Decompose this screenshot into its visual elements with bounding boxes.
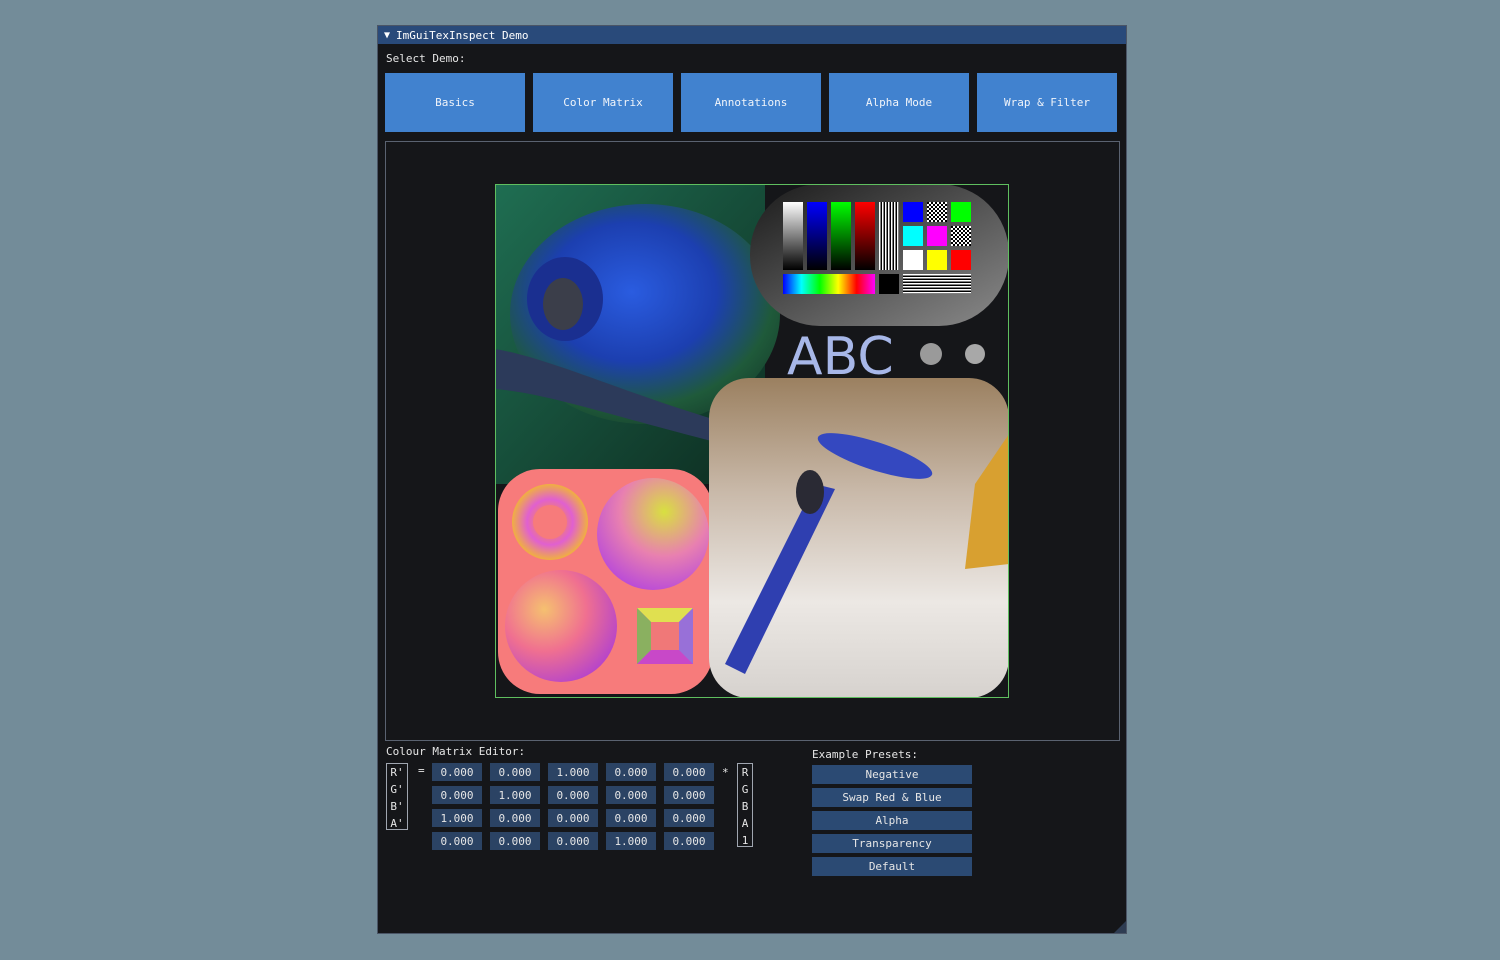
matrix-cell-1-0[interactable]: 0.000 [432,786,482,804]
main-window: ▼ ImGuiTexInspect Demo Select Demo: Basi… [377,25,1127,934]
output-label-g: G' [390,783,404,796]
matrix-cell-3-2[interactable]: 0.000 [548,832,598,850]
matrix-cell-3-0[interactable]: 0.000 [432,832,482,850]
blur-dot-2 [965,344,985,364]
matrix-cell-2-1[interactable]: 0.000 [490,809,540,827]
matrix-cell-0-3[interactable]: 0.000 [606,763,656,781]
input-label-b: B [741,800,749,813]
preset-default-button[interactable]: Default [812,857,972,876]
matrix-cell-2-3[interactable]: 0.000 [606,809,656,827]
matrix-cell-2-2[interactable]: 0.000 [548,809,598,827]
preset-negative-button[interactable]: Negative [812,765,972,784]
input-vector: R G B A 1 [737,763,753,847]
multiply-sign: * [722,766,729,779]
output-label-b: B' [390,800,404,813]
presets-title: Example Presets: [812,748,918,761]
matrix-cell-0-1[interactable]: 0.000 [490,763,540,781]
input-label-a: A [741,817,749,830]
input-label-r: R [741,766,749,779]
demo-button-wrap-filter[interactable]: Wrap & Filter [977,73,1117,132]
demo-button-annotations[interactable]: Annotations [681,73,821,132]
matrix-cell-1-3[interactable]: 0.000 [606,786,656,804]
output-label-a: A' [390,817,404,830]
equals-sign: = [418,764,425,777]
output-label-r: R' [390,766,404,779]
collapse-arrow-icon[interactable]: ▼ [384,30,390,41]
input-label-1: 1 [741,834,749,847]
inspected-texture[interactable]: ABC [495,184,1009,698]
input-label-g: G [741,783,749,796]
matrix-cell-0-4[interactable]: 0.000 [664,763,714,781]
matrix-cell-3-3[interactable]: 1.000 [606,832,656,850]
matrix-cell-0-2[interactable]: 1.000 [548,763,598,781]
matrix-cell-3-4[interactable]: 0.000 [664,832,714,850]
windsurf-photo [709,378,1009,698]
matrix-cell-2-0[interactable]: 1.000 [432,809,482,827]
preset-swap-red-blue-button[interactable]: Swap Red & Blue [812,788,972,807]
matrix-cell-1-4[interactable]: 0.000 [664,786,714,804]
output-vector: R' G' B' A' [386,763,408,830]
blur-dot-1 [920,343,942,365]
window-title: ImGuiTexInspect Demo [396,28,529,42]
demo-button-color-matrix[interactable]: Color Matrix [533,73,673,132]
matrix-cell-3-1[interactable]: 0.000 [490,832,540,850]
matrix-editor-title: Colour Matrix Editor: [386,745,526,758]
normal-map-panel [498,469,713,694]
matrix-cell-1-2[interactable]: 0.000 [548,786,598,804]
preset-alpha-button[interactable]: Alpha [812,811,972,830]
matrix-cell-2-4[interactable]: 0.000 [664,809,714,827]
demo-button-alpha-mode[interactable]: Alpha Mode [829,73,969,132]
select-demo-label: Select Demo: [386,52,466,65]
matrix-cell-0-0[interactable]: 0.000 [432,763,482,781]
matrix-cell-1-1[interactable]: 1.000 [490,786,540,804]
test-pattern [750,184,1009,326]
window-titlebar[interactable]: ▼ ImGuiTexInspect Demo [378,26,1126,44]
preset-transparency-button[interactable]: Transparency [812,834,972,853]
demo-button-basics[interactable]: Basics [385,73,525,132]
resize-grip-icon[interactable] [1114,921,1126,933]
